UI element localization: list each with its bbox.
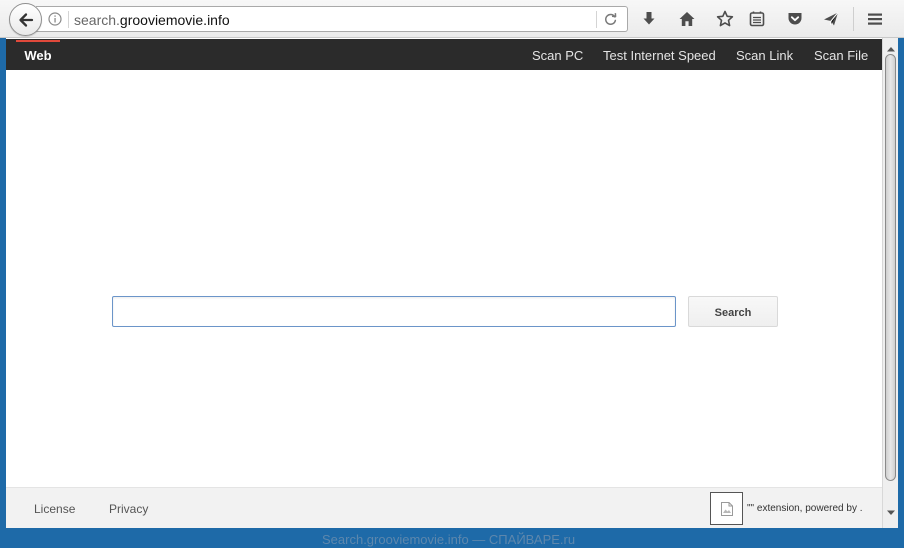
watermark-text: Search.grooviemovie.info — СПАЙВАРЕ.ru — [322, 532, 576, 547]
scroll-down-arrow-icon[interactable] — [885, 508, 897, 518]
search-input[interactable] — [112, 296, 676, 327]
web-page: Web Scan PC Test Internet Speed Scan Lin… — [6, 38, 882, 528]
top-nav-bar: Web Scan PC Test Internet Speed Scan Lin… — [6, 39, 882, 70]
browser-toolbar: search.grooviemovie.info — [0, 0, 904, 38]
search-button[interactable]: Search — [688, 296, 778, 327]
nav-link-scan-link[interactable]: Scan Link — [736, 39, 793, 70]
nav-link-test-internet-speed[interactable]: Test Internet Speed — [603, 39, 716, 70]
url-bar[interactable]: search.grooviemovie.info — [36, 6, 628, 32]
pocket-icon[interactable] — [786, 10, 804, 28]
extension-thumbnail[interactable] — [710, 492, 743, 525]
tab-web[interactable]: Web — [16, 39, 60, 70]
extension-credit-text: "" extension, powered by . — [747, 503, 863, 514]
scroll-up-arrow-icon[interactable] — [885, 44, 897, 54]
download-icon[interactable] — [640, 10, 658, 28]
reload-icon[interactable] — [603, 12, 618, 27]
broken-image-icon — [720, 501, 733, 516]
privacy-link[interactable]: Privacy — [109, 500, 148, 518]
tab-web-label: Web — [24, 48, 52, 63]
url-host: grooviemovie.info — [119, 12, 230, 28]
license-link[interactable]: License — [34, 500, 75, 518]
menu-separator — [853, 7, 854, 31]
info-icon[interactable] — [48, 12, 62, 26]
nav-link-scan-pc[interactable]: Scan PC — [532, 39, 583, 70]
url-prefix: search. — [74, 12, 120, 28]
scrollbar-thumb[interactable] — [885, 54, 896, 481]
vertical-scrollbar[interactable] — [882, 38, 898, 528]
back-arrow-icon — [18, 12, 33, 27]
hamburger-menu-icon[interactable] — [866, 10, 884, 28]
home-icon[interactable] — [678, 10, 696, 28]
send-icon[interactable] — [822, 10, 840, 28]
bookmark-star-icon[interactable] — [716, 10, 734, 28]
url-separator — [68, 11, 69, 28]
nav-link-scan-file[interactable]: Scan File — [814, 39, 868, 70]
back-button[interactable] — [9, 3, 42, 36]
url-text[interactable]: search.grooviemovie.info — [74, 11, 230, 29]
reading-list-icon[interactable] — [748, 10, 766, 28]
page-footer: License Privacy "" extension, powered by… — [6, 487, 882, 528]
reload-separator — [596, 11, 597, 28]
